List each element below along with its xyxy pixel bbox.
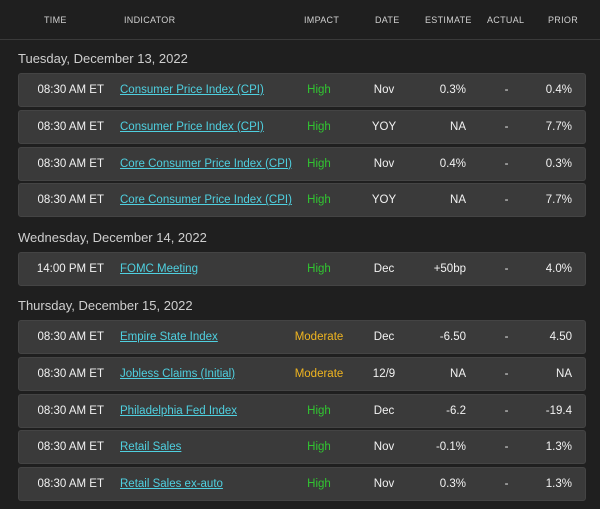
day-header: Thursday, December 15, 2022 — [18, 298, 193, 313]
date-cell: Nov — [373, 157, 395, 170]
date-cell: Nov — [373, 478, 395, 491]
indicator-link[interactable]: Core Consumer Price Index (CPI) — [120, 158, 292, 170]
indicator-link[interactable]: Consumer Price Index (CPI) — [120, 121, 264, 133]
estimate-cell: 0.3% — [439, 478, 466, 491]
date-cell: Dec — [373, 263, 395, 275]
date-cell: YOY — [371, 194, 397, 207]
date-cell: Dec — [373, 404, 395, 417]
prior-cell: NA — [556, 367, 572, 380]
prior-cell: 4.0% — [545, 263, 572, 275]
time-cell: 08:30 AM ET — [37, 367, 104, 380]
header-date: DATE — [375, 15, 400, 25]
table-row: 08:30 AM ET Retail Sales ex-auto High Nov 0.… — [18, 467, 586, 502]
time-cell: 08:30 AM ET — [37, 84, 104, 96]
indicator-link[interactable]: Retail Sales — [120, 441, 181, 453]
time-cell: 08:30 AM ET — [37, 157, 104, 170]
actual-cell: - — [504, 84, 509, 96]
table-row: 08:30 AM ET Consumer Price Index (CPI) Hig… — [18, 109, 586, 144]
date-cell: Nov — [373, 441, 395, 454]
day-header: Tuesday, December 13, 2022 — [18, 51, 188, 66]
actual-cell: - — [504, 367, 509, 380]
date-cell: 12/9 — [372, 367, 396, 380]
prior-cell: 0.4% — [545, 84, 572, 96]
prior-cell: -19.4 — [545, 404, 572, 417]
header-actual: ACTUAL — [487, 15, 525, 25]
impact-cell: High — [307, 404, 331, 417]
prior-cell: 7.7% — [545, 120, 572, 133]
impact-cell: High — [307, 441, 331, 454]
header-impact: IMPACT — [304, 15, 340, 25]
time-cell: 14:00 PM ET — [36, 263, 104, 275]
table-row: 08:30 AM ET Philadelphia Fed Index High Dec… — [18, 393, 586, 428]
actual-cell: - — [504, 441, 509, 454]
table-row: 08:30 AM ET Jobless Claims (Initial) Moder… — [18, 356, 586, 391]
actual-cell: - — [504, 331, 509, 343]
table-row: 08:30 AM ET Consumer Price Index (CPI) Hig… — [18, 73, 586, 107]
date-cell: Nov — [373, 84, 395, 96]
table-row: 08:30 AM ET Core Consumer Price Index (CP… — [18, 183, 586, 218]
estimate-cell: 0.4% — [439, 157, 466, 170]
indicator-link[interactable]: Consumer Price Index (CPI) — [120, 84, 264, 96]
date-cell: Dec — [373, 331, 395, 343]
prior-cell: 7.7% — [545, 194, 572, 207]
estimate-cell: 0.3% — [439, 84, 466, 96]
table-row: 08:30 AM ET Retail Sales High Nov -0.1% - 1.3% — [18, 430, 586, 465]
impact-cell: High — [307, 478, 331, 491]
indicator-link[interactable]: Empire State Index — [120, 331, 218, 343]
table-header: TIME INDICATOR IMPACT DATE ESTIMATE ACTU… — [0, 0, 600, 40]
impact-cell: High — [307, 194, 331, 207]
table-row: 08:30 AM ET Core Consumer Price Index (CP… — [18, 146, 586, 181]
indicator-link[interactable]: Philadelphia Fed Index — [120, 405, 237, 417]
actual-cell: - — [504, 194, 509, 207]
header-prior: PRIOR — [548, 15, 579, 25]
estimate-cell: -6.2 — [446, 404, 466, 417]
time-cell: 08:30 AM ET — [37, 331, 104, 343]
estimate-cell: NA — [450, 120, 466, 133]
header-estimate: ESTIMATE — [425, 15, 472, 25]
actual-cell: - — [504, 120, 509, 133]
actual-cell: - — [504, 263, 509, 275]
actual-cell: - — [504, 157, 509, 170]
time-cell: 08:30 AM ET — [37, 194, 104, 207]
date-cell: YOY — [371, 120, 397, 133]
estimate-cell: -0.1% — [435, 441, 466, 454]
header-time: TIME — [44, 15, 67, 25]
day-header: Wednesday, December 14, 2022 — [18, 230, 207, 245]
impact-cell: Moderate — [294, 367, 344, 380]
time-cell: 08:30 AM ET — [37, 120, 104, 133]
table-row: 08:30 AM ET Empire State Index Moderate Dec… — [18, 320, 586, 354]
estimate-cell: NA — [450, 367, 466, 380]
actual-cell: - — [504, 478, 509, 491]
time-cell: 08:30 AM ET — [37, 478, 104, 491]
estimate-cell: -6.50 — [439, 331, 466, 343]
indicator-link[interactable]: Retail Sales ex-auto — [120, 478, 223, 490]
time-cell: 08:30 AM ET — [37, 441, 104, 454]
impact-cell: Moderate — [294, 331, 344, 343]
prior-cell: 4.50 — [549, 331, 572, 343]
prior-cell: 1.3% — [545, 441, 572, 454]
impact-cell: High — [307, 120, 331, 133]
header-indicator: INDICATOR — [124, 15, 176, 25]
actual-cell: - — [504, 404, 509, 417]
time-cell: 08:30 AM ET — [37, 404, 104, 417]
indicator-link[interactable]: FOMC Meeting — [120, 263, 198, 275]
estimate-cell: NA — [450, 194, 466, 207]
prior-cell: 0.3% — [545, 157, 572, 170]
estimate-cell: +50bp — [433, 263, 466, 275]
prior-cell: 1.3% — [545, 478, 572, 491]
impact-cell: High — [307, 84, 331, 96]
impact-cell: High — [307, 263, 331, 275]
table-row: 14:00 PM ET FOMC Meeting High Dec +50bp - 4.0% — [18, 252, 586, 286]
indicator-link[interactable]: Jobless Claims (Initial) — [120, 368, 235, 380]
impact-cell: High — [307, 157, 331, 170]
indicator-link[interactable]: Core Consumer Price Index (CPI) — [120, 194, 292, 206]
